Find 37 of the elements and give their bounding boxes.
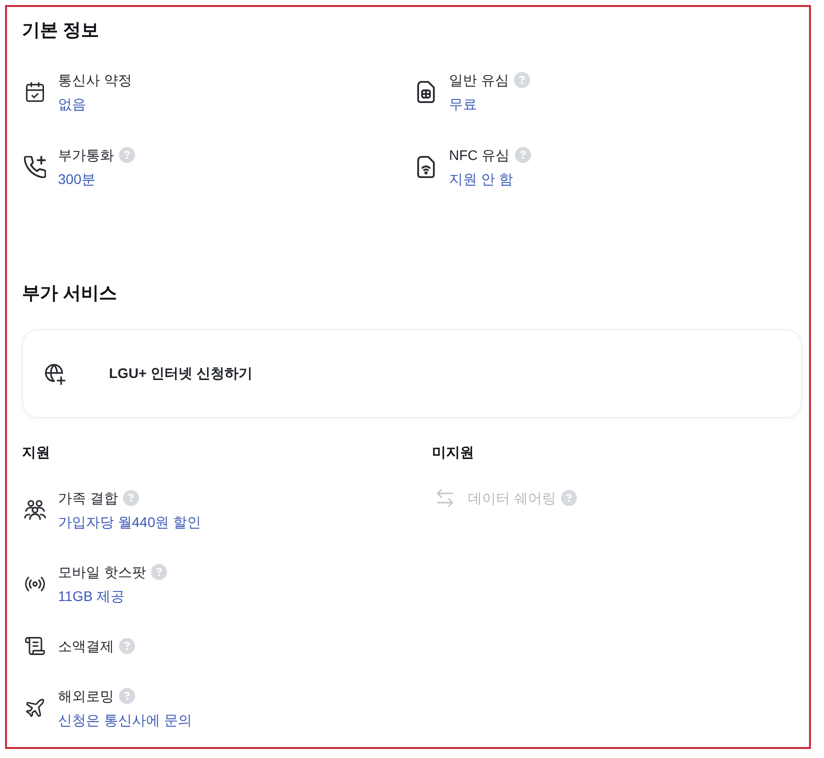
help-icon[interactable]	[119, 638, 135, 654]
item-value: 없음	[58, 95, 87, 114]
item-label: 소액결제	[58, 637, 114, 656]
section-heading: 부가 서비스	[22, 282, 118, 305]
help-icon[interactable]	[119, 147, 135, 163]
item-label: 해외로밍	[58, 687, 114, 706]
phone-plus-icon	[24, 156, 46, 178]
item-value: 지원 안 함	[449, 170, 514, 189]
swap-arrows-icon	[434, 487, 456, 509]
item-label: 통신사 약정	[58, 71, 132, 90]
item-value: 11GB 제공	[58, 587, 126, 606]
help-icon[interactable]	[150, 564, 167, 580]
item-label: 모바일 핫스팟	[58, 563, 146, 582]
sim-card-icon	[415, 81, 437, 103]
item-label: 데이터 쉐어링	[468, 489, 556, 508]
help-icon[interactable]	[122, 490, 139, 506]
internet-signup-button[interactable]: LGU+ 인터넷 신청하기	[22, 329, 802, 418]
item-value: 신청은 통신사에 문의	[58, 711, 192, 730]
people-group-icon	[24, 499, 46, 521]
item-value: 무료	[449, 95, 478, 114]
item-label: NFC 유심	[449, 146, 510, 165]
help-icon[interactable]	[119, 688, 135, 704]
item-label: 일반 유심	[449, 71, 509, 90]
item-value: 가입자당 월440원 할인	[58, 513, 202, 532]
subsection-heading: 지원	[22, 443, 51, 462]
sim-card-wireless-icon	[415, 156, 437, 178]
scroll-icon	[24, 635, 46, 657]
globe-plus-icon	[44, 362, 66, 384]
help-icon[interactable]	[514, 72, 530, 88]
section-heading: 기본 정보	[22, 19, 100, 42]
help-icon[interactable]	[514, 147, 531, 163]
airplane-icon	[24, 697, 46, 719]
item-label: 가족 결합	[58, 489, 118, 508]
item-label: 부가통화	[58, 146, 114, 165]
calendar-check-icon	[24, 81, 46, 103]
item-value: 300분	[58, 170, 96, 189]
subsection-heading: 미지원	[432, 443, 475, 462]
